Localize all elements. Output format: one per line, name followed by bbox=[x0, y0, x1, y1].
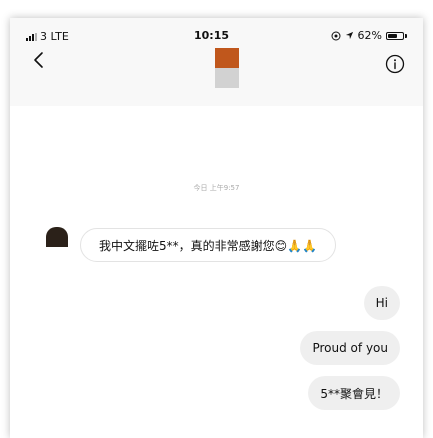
battery-percent: 62% bbox=[357, 29, 382, 42]
status-left: 3 LTE bbox=[26, 30, 69, 43]
signal-carrier: 3 bbox=[40, 30, 47, 43]
status-right: 62% bbox=[331, 29, 407, 42]
back-button[interactable] bbox=[28, 48, 52, 72]
outgoing-message-bubble[interactable]: 5**聚會見！ bbox=[308, 376, 400, 410]
status-bar: 3 LTE 10:15 62% bbox=[10, 18, 423, 44]
incoming-message-bubble[interactable]: 我中文擺咗5**，真的非常感謝您😊🙏🙏 bbox=[80, 228, 337, 262]
outgoing-message-bubble[interactable]: Hi bbox=[363, 286, 400, 320]
message-timestamp: 今日 上午9:57 bbox=[193, 184, 240, 192]
network-type: LTE bbox=[50, 30, 69, 43]
location-arrow-icon bbox=[345, 31, 353, 40]
outgoing-message-bubble[interactable]: Proud of you bbox=[300, 331, 400, 365]
info-button[interactable] bbox=[385, 54, 405, 74]
chevron-left-icon bbox=[34, 52, 43, 68]
contact-avatar[interactable] bbox=[215, 48, 239, 88]
location-lock-icon bbox=[331, 31, 341, 40]
status-time: 10:15 bbox=[194, 29, 230, 42]
chat-screen: 3 LTE 10:15 62% 今日 上午9:57 我中文擺咗5**，真的非常感… bbox=[10, 18, 423, 438]
sender-avatar[interactable] bbox=[46, 227, 68, 247]
info-circle-icon bbox=[385, 54, 405, 74]
battery-icon bbox=[386, 31, 404, 40]
signal-icon bbox=[26, 32, 37, 41]
chat-header: 3 LTE 10:15 62% bbox=[10, 18, 423, 106]
